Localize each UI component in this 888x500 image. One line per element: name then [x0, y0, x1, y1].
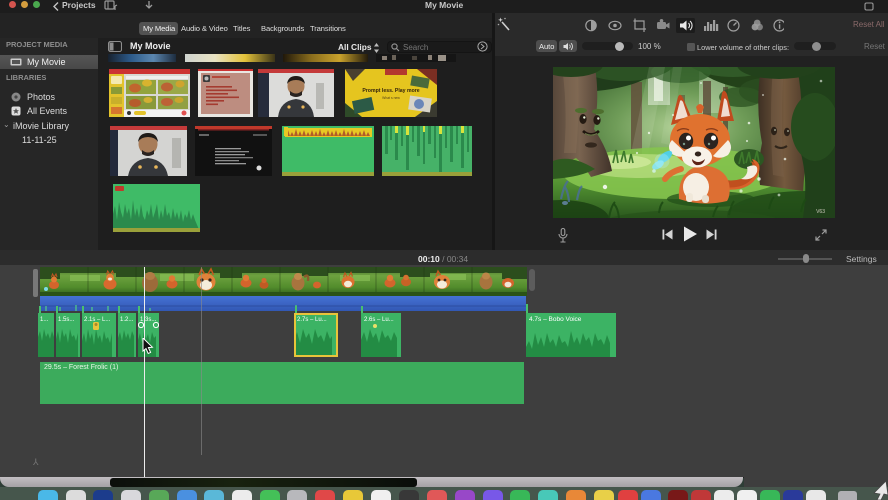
svg-text:What s new: What s new	[382, 96, 400, 100]
svg-text:4.7s – Bobo Voice: 4.7s – Bobo Voice	[529, 316, 582, 323]
svg-text:Prompt less. Play more: Prompt less. Play more	[362, 88, 419, 94]
svg-text:1.2...: 1.2...	[120, 317, 134, 323]
svg-text:1.3s...: 1.3s...	[140, 317, 157, 323]
svg-text:2.7s – Lu...: 2.7s – Lu...	[297, 317, 327, 323]
svg-text:V63: V63	[816, 209, 825, 215]
svg-text:1...: 1...	[40, 317, 49, 323]
svg-text:2.6s – Lu...: 2.6s – Lu...	[364, 317, 394, 323]
svg-text:1.5s...: 1.5s...	[58, 317, 75, 323]
